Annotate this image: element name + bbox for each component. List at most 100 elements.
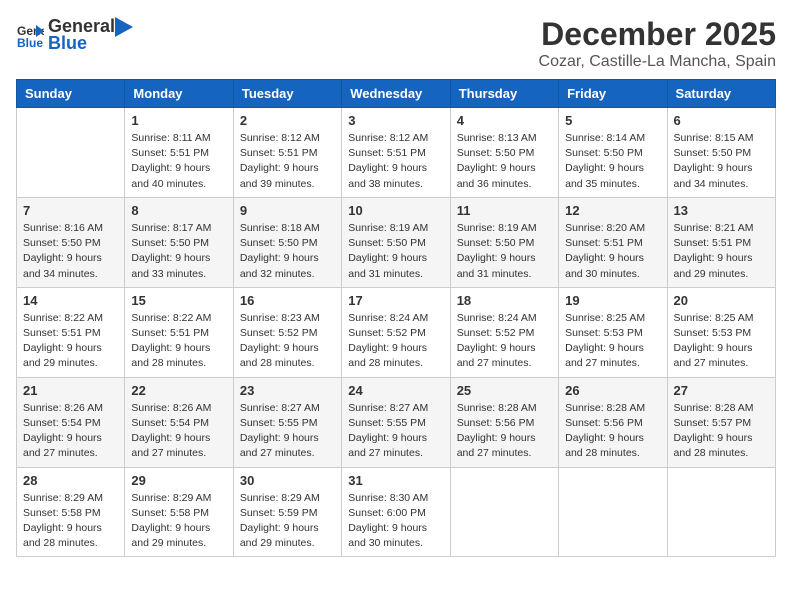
day-number: 27 <box>674 383 769 398</box>
calendar-cell: 31Sunrise: 8:30 AM Sunset: 6:00 PM Dayli… <box>342 467 450 557</box>
cell-info: Sunrise: 8:28 AM Sunset: 5:56 PM Dayligh… <box>565 401 660 462</box>
day-number: 7 <box>23 203 118 218</box>
cell-info: Sunrise: 8:15 AM Sunset: 5:50 PM Dayligh… <box>674 131 769 192</box>
day-number: 19 <box>565 293 660 308</box>
cell-info: Sunrise: 8:25 AM Sunset: 5:53 PM Dayligh… <box>674 311 769 372</box>
calendar-cell: 12 Sunrise: 8:20 AM Sunset: 5:51 PM Dayli… <box>559 197 667 287</box>
header: General Blue General Blue December 2025 … <box>16 16 776 71</box>
calendar-table: SundayMondayTuesdayWednesdayThursdayFrid… <box>16 79 776 557</box>
calendar-cell: 7 Sunrise: 8:16 AM Sunset: 5:50 PM Daylig… <box>17 197 125 287</box>
cell-info: Sunrise: 8:26 AM Sunset: 5:54 PM Dayligh… <box>131 401 226 462</box>
week-row-0: 1 Sunrise: 8:11 AM Sunset: 5:51 PM Daylig… <box>17 108 776 198</box>
calendar-cell: 18Sunrise: 8:24 AM Sunset: 5:52 PM Dayli… <box>450 287 558 377</box>
title-area: December 2025 Cozar, Castille-La Mancha,… <box>539 16 776 71</box>
logo-icon: General Blue <box>16 21 44 49</box>
day-number: 17 <box>348 293 443 308</box>
day-number: 25 <box>457 383 552 398</box>
calendar-cell: 4Sunrise: 8:13 AM Sunset: 5:50 PM Daylig… <box>450 108 558 198</box>
day-number: 28 <box>23 473 118 488</box>
day-number: 12 <box>565 203 660 218</box>
calendar-cell: 30Sunrise: 8:29 AM Sunset: 5:59 PM Dayli… <box>233 467 341 557</box>
day-number: 16 <box>240 293 335 308</box>
cell-info: Sunrise: 8:29 AM Sunset: 5:58 PM Dayligh… <box>23 491 118 552</box>
cell-info: Sunrise: 8:27 AM Sunset: 5:55 PM Dayligh… <box>240 401 335 462</box>
cell-info: Sunrise: 8:16 AM Sunset: 5:50 PM Dayligh… <box>23 221 118 282</box>
calendar-cell: 13 Sunrise: 8:21 AM Sunset: 5:51 PM Dayli… <box>667 197 775 287</box>
calendar-cell: 2 Sunrise: 8:12 AM Sunset: 5:51 PM Daylig… <box>233 108 341 198</box>
weekday-header-thursday: Thursday <box>450 80 558 108</box>
calendar-cell: 29 Sunrise: 8:29 AM Sunset: 5:58 PM Dayli… <box>125 467 233 557</box>
day-number: 29 <box>131 473 226 488</box>
cell-info: Sunrise: 8:21 AM Sunset: 5:51 PM Dayligh… <box>674 221 769 282</box>
week-row-2: 14 Sunrise: 8:22 AM Sunset: 5:51 PM Dayli… <box>17 287 776 377</box>
day-number: 10 <box>348 203 443 218</box>
day-number: 23 <box>240 383 335 398</box>
weekday-header-friday: Friday <box>559 80 667 108</box>
cell-info: Sunrise: 8:26 AM Sunset: 5:54 PM Dayligh… <box>23 401 118 462</box>
cell-info: Sunrise: 8:14 AM Sunset: 5:50 PM Dayligh… <box>565 131 660 192</box>
calendar-cell: 5Sunrise: 8:14 AM Sunset: 5:50 PM Daylig… <box>559 108 667 198</box>
cell-info: Sunrise: 8:19 AM Sunset: 5:50 PM Dayligh… <box>348 221 443 282</box>
cell-info: Sunrise: 8:24 AM Sunset: 5:52 PM Dayligh… <box>348 311 443 372</box>
calendar-cell: 24Sunrise: 8:27 AM Sunset: 5:55 PM Dayli… <box>342 377 450 467</box>
day-number: 9 <box>240 203 335 218</box>
day-number: 13 <box>674 203 769 218</box>
calendar-cell: 23 Sunrise: 8:27 AM Sunset: 5:55 PM Dayli… <box>233 377 341 467</box>
weekday-header-monday: Monday <box>125 80 233 108</box>
calendar-cell: 9 Sunrise: 8:18 AM Sunset: 5:50 PM Daylig… <box>233 197 341 287</box>
day-number: 18 <box>457 293 552 308</box>
calendar-cell: 20 Sunrise: 8:25 AM Sunset: 5:53 PM Dayli… <box>667 287 775 377</box>
cell-info: Sunrise: 8:29 AM Sunset: 5:58 PM Dayligh… <box>131 491 226 552</box>
cell-info: Sunrise: 8:19 AM Sunset: 5:50 PM Dayligh… <box>457 221 552 282</box>
month-title: December 2025 <box>539 16 776 53</box>
weekday-header-row: SundayMondayTuesdayWednesdayThursdayFrid… <box>17 80 776 108</box>
day-number: 3 <box>348 113 443 128</box>
calendar-cell: 14Sunrise: 8:22 AM Sunset: 5:51 PM Dayli… <box>17 287 125 377</box>
calendar-cell: 26 Sunrise: 8:28 AM Sunset: 5:56 PM Dayli… <box>559 377 667 467</box>
calendar-cell <box>450 467 558 557</box>
week-row-1: 7 Sunrise: 8:16 AM Sunset: 5:50 PM Daylig… <box>17 197 776 287</box>
cell-info: Sunrise: 8:23 AM Sunset: 5:52 PM Dayligh… <box>240 311 335 372</box>
calendar-cell: 17 Sunrise: 8:24 AM Sunset: 5:52 PM Dayli… <box>342 287 450 377</box>
day-number: 1 <box>131 113 226 128</box>
calendar-cell: 11Sunrise: 8:19 AM Sunset: 5:50 PM Dayli… <box>450 197 558 287</box>
calendar-cell: 16 Sunrise: 8:23 AM Sunset: 5:52 PM Dayli… <box>233 287 341 377</box>
week-row-4: 28 Sunrise: 8:29 AM Sunset: 5:58 PM Dayli… <box>17 467 776 557</box>
day-number: 4 <box>457 113 552 128</box>
calendar-cell: 8 Sunrise: 8:17 AM Sunset: 5:50 PM Daylig… <box>125 197 233 287</box>
cell-info: Sunrise: 8:30 AM Sunset: 6:00 PM Dayligh… <box>348 491 443 552</box>
cell-info: Sunrise: 8:25 AM Sunset: 5:53 PM Dayligh… <box>565 311 660 372</box>
day-number: 20 <box>674 293 769 308</box>
svg-text:Blue: Blue <box>17 36 43 49</box>
calendar-cell: 28 Sunrise: 8:29 AM Sunset: 5:58 PM Dayli… <box>17 467 125 557</box>
cell-info: Sunrise: 8:20 AM Sunset: 5:51 PM Dayligh… <box>565 221 660 282</box>
day-number: 26 <box>565 383 660 398</box>
calendar-cell: 25 Sunrise: 8:28 AM Sunset: 5:56 PM Dayli… <box>450 377 558 467</box>
calendar-cell <box>17 108 125 198</box>
weekday-header-sunday: Sunday <box>17 80 125 108</box>
cell-info: Sunrise: 8:17 AM Sunset: 5:50 PM Dayligh… <box>131 221 226 282</box>
cell-info: Sunrise: 8:11 AM Sunset: 5:51 PM Dayligh… <box>131 131 226 192</box>
cell-info: Sunrise: 8:28 AM Sunset: 5:56 PM Dayligh… <box>457 401 552 462</box>
day-number: 15 <box>131 293 226 308</box>
calendar-cell: 22Sunrise: 8:26 AM Sunset: 5:54 PM Dayli… <box>125 377 233 467</box>
weekday-header-wednesday: Wednesday <box>342 80 450 108</box>
day-number: 8 <box>131 203 226 218</box>
cell-info: Sunrise: 8:12 AM Sunset: 5:51 PM Dayligh… <box>240 131 335 192</box>
cell-info: Sunrise: 8:18 AM Sunset: 5:50 PM Dayligh… <box>240 221 335 282</box>
cell-info: Sunrise: 8:29 AM Sunset: 5:59 PM Dayligh… <box>240 491 335 552</box>
calendar-cell: 6Sunrise: 8:15 AM Sunset: 5:50 PM Daylig… <box>667 108 775 198</box>
cell-info: Sunrise: 8:22 AM Sunset: 5:51 PM Dayligh… <box>131 311 226 372</box>
calendar-cell: 19 Sunrise: 8:25 AM Sunset: 5:53 PM Dayli… <box>559 287 667 377</box>
location-title: Cozar, Castille-La Mancha, Spain <box>539 53 776 71</box>
calendar-cell: 15 Sunrise: 8:22 AM Sunset: 5:51 PM Dayli… <box>125 287 233 377</box>
cell-info: Sunrise: 8:28 AM Sunset: 5:57 PM Dayligh… <box>674 401 769 462</box>
calendar-cell <box>667 467 775 557</box>
day-number: 14 <box>23 293 118 308</box>
calendar-cell <box>559 467 667 557</box>
cell-info: Sunrise: 8:12 AM Sunset: 5:51 PM Dayligh… <box>348 131 443 192</box>
day-number: 2 <box>240 113 335 128</box>
cell-info: Sunrise: 8:27 AM Sunset: 5:55 PM Dayligh… <box>348 401 443 462</box>
weekday-header-tuesday: Tuesday <box>233 80 341 108</box>
logo: General Blue General Blue <box>16 16 133 54</box>
